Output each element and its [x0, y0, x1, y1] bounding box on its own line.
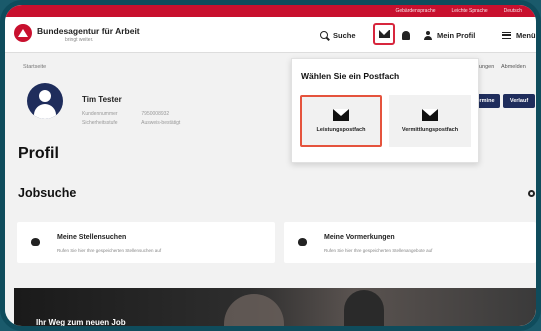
option-label: Leistungspostfach	[316, 127, 366, 133]
customer-number-row: Kundennummer 7950008932	[82, 111, 169, 117]
ba-logo-icon[interactable]	[14, 24, 32, 42]
my-profile-label: Mein Profil	[437, 30, 476, 40]
brand[interactable]: Bundesagentur für Arbeit bringt weiter.	[37, 26, 140, 43]
option-label: Vermittlungspostfach	[401, 127, 459, 133]
breadcrumb[interactable]: Startseite	[23, 64, 46, 70]
banner-headline: Ihr Weg zum neuen Job	[36, 318, 126, 327]
hamburger-icon	[502, 31, 511, 39]
placement-mailbox-option[interactable]: Vermittlungspostfach	[389, 95, 471, 147]
settings-icon[interactable]	[528, 190, 535, 197]
menu-label: Menü	[516, 30, 536, 40]
utility-link-easy-language[interactable]: Leichte Sprache	[452, 8, 488, 14]
avatar	[27, 83, 63, 119]
settings-link[interactable]: ungen	[479, 64, 494, 70]
utility-bar: Gebärdensprache Leichte Sprache Deutsch	[5, 5, 536, 17]
brand-tagline: bringt weiter.	[65, 37, 94, 43]
banner-image-person	[344, 290, 384, 326]
envelope-icon	[378, 30, 390, 38]
logout-link[interactable]: Abmelden	[501, 64, 526, 70]
page-title: Profil	[18, 145, 59, 162]
search-icon	[320, 31, 328, 39]
app-window: Gebärdensprache Leichte Sprache Deutsch …	[0, 0, 541, 331]
saved-searches-card[interactable]: Meine Stellensuchen Rufen Sie hier Ihre …	[17, 222, 275, 263]
card-title: Meine Stellensuchen	[57, 234, 127, 241]
envelope-icon	[422, 109, 438, 121]
card-title: Meine Vormerkungen	[324, 234, 395, 241]
heart-icon	[298, 238, 307, 246]
envelope-icon	[333, 109, 349, 121]
menu-button[interactable]: Menü	[502, 17, 536, 53]
bookmarks-card[interactable]: Meine Vormerkungen Rufen Sie hier Ihre g…	[284, 222, 536, 263]
utility-link-language[interactable]: Deutsch	[504, 8, 522, 14]
search-button[interactable]: Suche	[320, 17, 356, 53]
notifications-button[interactable]	[402, 17, 410, 53]
benefits-mailbox-option[interactable]: Leistungspostfach	[300, 95, 382, 147]
customer-number-value: 7950008932	[141, 111, 170, 117]
hero-banner[interactable]: Ihr Weg zum neuen Job	[14, 288, 536, 327]
user-icon	[424, 30, 432, 40]
my-profile-button[interactable]: Mein Profil	[424, 17, 475, 53]
utility-link-sign-language[interactable]: Gebärdensprache	[395, 8, 435, 14]
search-label: Suche	[333, 30, 356, 40]
mailbox-dropdown: Wählen Sie ein Postfach Leistungspostfac…	[291, 58, 479, 163]
security-level-value: Ausweis-bestätigt	[141, 120, 181, 126]
brand-name: Bundesagentur für Arbeit	[37, 26, 140, 36]
security-level-label: Sicherheitsstufe	[82, 120, 118, 126]
history-button[interactable]: Verlauf	[503, 94, 535, 108]
heart-icon	[31, 238, 40, 246]
security-level-row: Sicherheitsstufe Ausweis-bestätigt	[82, 120, 180, 126]
banner-image-person	[224, 294, 284, 326]
user-name: Tim Tester	[82, 95, 122, 104]
customer-number-label: Kundennummer	[82, 111, 118, 117]
dropdown-title: Wählen Sie ein Postfach	[301, 71, 400, 81]
card-description: Rufen Sie hier Ihre gespeicherten Stelle…	[324, 248, 433, 253]
site-header: Bundesagentur für Arbeit bringt weiter. …	[5, 17, 536, 53]
bell-icon	[402, 30, 410, 40]
mailbox-button[interactable]	[373, 23, 395, 45]
section-title: Jobsuche	[18, 186, 77, 200]
card-description: Rufen Sie hier Ihre gespeicherten Stelle…	[57, 248, 162, 253]
